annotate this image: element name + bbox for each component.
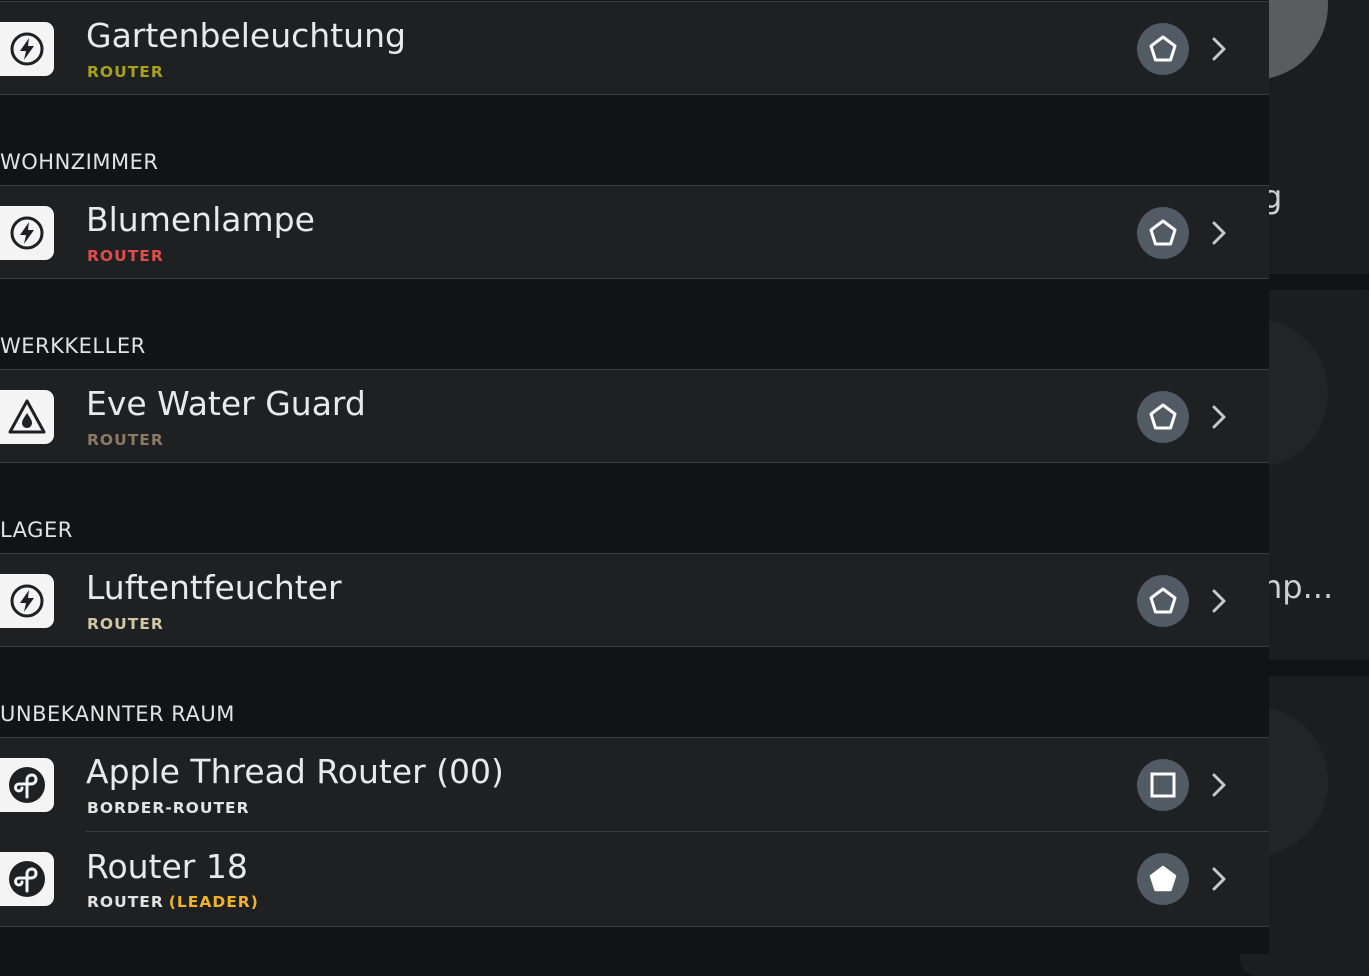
bolt-icon [0,22,54,76]
device-row-luftentfeuchter[interactable]: Luftentfeuchter ROUTER [0,553,1269,647]
device-name: Eve Water Guard [86,384,366,423]
role-label: ROUTER [87,63,164,81]
chevron-right-icon [1212,37,1226,61]
chevron-right-icon [1212,405,1226,429]
device-role: ROUTER [87,247,164,265]
chevron-right-icon [1212,221,1226,245]
section-header: WOHNZIMMER [0,150,159,174]
bolt-icon [0,206,54,260]
device-name: Apple Thread Router (00) [86,752,504,791]
section-header: UNBEKANNTER RAUM [0,702,235,726]
section-header: WERKKELLER [0,334,146,358]
pentagon-outline-icon [1137,391,1189,443]
device-name: Blumenlampe [86,200,315,239]
water-drop-icon [0,390,54,444]
device-row-gartenbeleuchtung[interactable]: Gartenbeleuchtung ROUTER [0,1,1269,95]
bolt-icon [0,574,54,628]
pentagon-outline-icon [1137,207,1189,259]
chevron-right-icon [1212,773,1226,797]
device-name: Gartenbeleuchtung [86,16,406,55]
device-row-eve-water-guard[interactable]: Eve Water Guard ROUTER [0,369,1269,463]
role-label: ROUTER [87,893,164,911]
pentagon-filled-icon [1137,853,1189,905]
row-divider [86,831,1269,832]
role-label: ROUTER [87,431,164,449]
device-row-router-18[interactable]: Router 18 ROUTER (LEADER) [0,831,1269,927]
device-row-blumenlampe[interactable]: Blumenlampe ROUTER [0,185,1269,279]
role-label: ROUTER [87,247,164,265]
thread-icon [0,852,54,906]
device-row-apple-thread-router[interactable]: Apple Thread Router (00) BORDER-ROUTER [0,737,1269,831]
thread-icon [0,758,54,812]
role-label: BORDER-ROUTER [87,799,250,817]
device-role: ROUTER [87,63,164,81]
role-label: ROUTER [87,615,164,633]
device-name: Router 18 [86,847,248,886]
background-label: np... [1262,568,1334,606]
device-role: BORDER-ROUTER [87,799,250,817]
square-outline-icon [1137,759,1189,811]
thread-device-list: Gartenbeleuchtung ROUTER WOHNZIMMER Blum… [0,0,1269,954]
pentagon-outline-icon [1137,23,1189,75]
device-role: ROUTER (LEADER) [87,893,259,911]
section-header: LAGER [0,518,73,542]
device-name: Luftentfeuchter [86,568,342,607]
device-role: ROUTER [87,615,164,633]
leader-label: (LEADER) [168,893,259,911]
pentagon-outline-icon [1137,575,1189,627]
chevron-right-icon [1212,589,1226,613]
device-role: ROUTER [87,431,164,449]
chevron-right-icon [1212,867,1226,891]
